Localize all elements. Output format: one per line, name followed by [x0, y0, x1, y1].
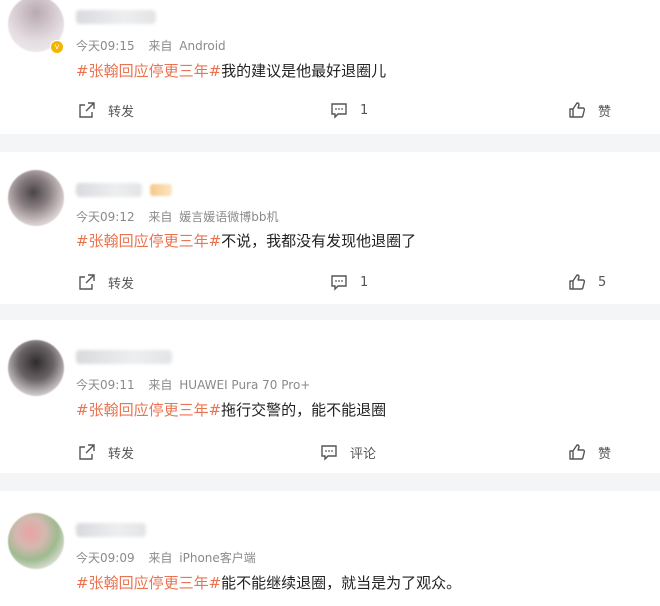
repost-label: 转发	[108, 104, 135, 120]
comment-button[interactable]: 1	[330, 270, 368, 294]
thumbs-up-icon	[568, 273, 586, 291]
user-level-badge	[150, 184, 172, 196]
hashtag-link[interactable]: #张翰回应停更三年#	[76, 232, 221, 250]
verified-badge-icon: v	[50, 40, 64, 54]
action-bar: 转发 评论 赞	[0, 440, 660, 464]
comment-count: 1	[360, 274, 369, 290]
hashtag-link[interactable]: #张翰回应停更三年#	[76, 574, 221, 592]
like-button[interactable]: 赞	[568, 98, 611, 122]
post-content: #张翰回应停更三年#不说，我都没有发现他退圈了	[76, 230, 416, 251]
comment-bubble-icon	[330, 273, 348, 291]
post-meta: 今天09:12 来自 媛言媛语微博bb机	[76, 208, 279, 225]
repost-button[interactable]: 转发	[78, 98, 134, 122]
username-blurred[interactable]	[76, 523, 146, 537]
post-meta: 今天09:09 来自 iPhone客户端	[76, 549, 256, 566]
repost-button[interactable]: 转发	[78, 270, 134, 294]
like-count: 5	[598, 274, 607, 290]
comment-card: 今天09:11 来自 HUAWEI Pura 70 Pro+ #张翰回应停更三年…	[0, 320, 660, 473]
post-time: 今天09:12	[76, 210, 135, 224]
action-bar: 转发 1 赞	[0, 98, 660, 122]
source-prefix: 来自	[148, 551, 173, 565]
source-prefix: 来自	[148, 378, 173, 392]
post-time: 今天09:15	[76, 39, 135, 53]
post-content: #张翰回应停更三年#我的建议是他最好退圈儿	[76, 60, 386, 81]
comment-card: v 今天09:15 来自 Android #张翰回应停更三年#我的建议是他最好退…	[0, 0, 660, 134]
repost-button[interactable]: 转发	[78, 440, 134, 464]
comment-bubble-icon	[320, 443, 338, 461]
action-bar: 转发 1 5	[0, 270, 660, 294]
share-arrow-icon	[78, 101, 96, 119]
username-blurred[interactable]	[76, 183, 142, 197]
avatar[interactable]	[8, 513, 64, 569]
comment-feed: v 今天09:15 来自 Android #张翰回应停更三年#我的建议是他最好退…	[0, 0, 660, 606]
comment-count: 1	[360, 102, 369, 118]
post-time: 今天09:09	[76, 551, 135, 565]
like-label: 赞	[598, 446, 612, 462]
avatar[interactable]	[8, 340, 64, 396]
like-button[interactable]: 赞	[568, 440, 611, 464]
post-text: 我的建议是他最好退圈儿	[221, 62, 387, 80]
post-source: Android	[179, 39, 226, 53]
post-text: 拖行交警的，能不能退圈	[221, 401, 387, 419]
comment-button[interactable]: 评论	[320, 440, 376, 464]
thumbs-up-icon	[568, 101, 586, 119]
post-source[interactable]: 媛言媛语微博bb机	[179, 210, 278, 224]
comment-bubble-icon	[330, 101, 348, 119]
post-text: 能不能继续退圈，就当是为了观众。	[221, 574, 462, 592]
hashtag-link[interactable]: #张翰回应停更三年#	[76, 401, 221, 419]
comment-card: 今天09:09 来自 iPhone客户端 #张翰回应停更三年#能不能继续退圈，就…	[0, 491, 660, 606]
like-button[interactable]: 5	[568, 270, 606, 294]
post-content: #张翰回应停更三年#能不能继续退圈，就当是为了观众。	[76, 572, 461, 593]
post-content: #张翰回应停更三年#拖行交警的，能不能退圈	[76, 399, 386, 420]
username-blurred[interactable]	[76, 350, 172, 364]
like-label: 赞	[598, 104, 612, 120]
comment-button[interactable]: 1	[330, 98, 368, 122]
username-blurred[interactable]	[76, 10, 156, 24]
comment-label: 评论	[350, 446, 377, 462]
share-arrow-icon	[78, 443, 96, 461]
post-meta: 今天09:11 来自 HUAWEI Pura 70 Pro+	[76, 376, 310, 393]
post-source: HUAWEI Pura 70 Pro+	[179, 378, 311, 392]
post-time: 今天09:11	[76, 378, 135, 392]
thumbs-up-icon	[568, 443, 586, 461]
avatar[interactable]	[8, 170, 64, 226]
source-prefix: 来自	[148, 39, 173, 53]
post-meta: 今天09:15 来自 Android	[76, 37, 226, 54]
share-arrow-icon	[78, 273, 96, 291]
repost-label: 转发	[108, 276, 135, 292]
source-prefix: 来自	[148, 210, 173, 224]
repost-label: 转发	[108, 446, 135, 462]
post-text: 不说，我都没有发现他退圈了	[221, 232, 417, 250]
hashtag-link[interactable]: #张翰回应停更三年#	[76, 62, 221, 80]
comment-card: 今天09:12 来自 媛言媛语微博bb机 #张翰回应停更三年#不说，我都没有发现…	[0, 152, 660, 304]
post-source: iPhone客户端	[179, 551, 256, 565]
